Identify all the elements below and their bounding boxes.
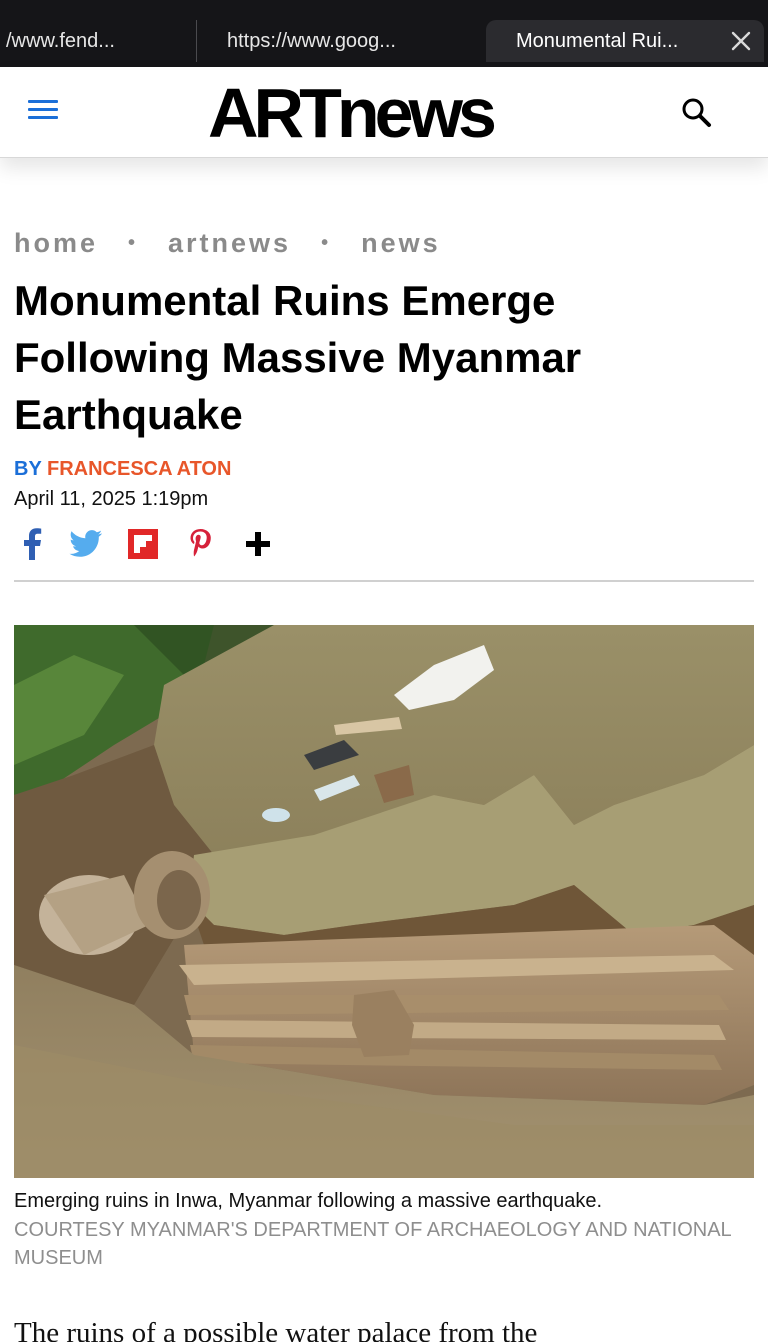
- breadcrumb-artnews[interactable]: artnews: [168, 228, 291, 259]
- site-header: ARTnews: [0, 67, 768, 158]
- hamburger-icon[interactable]: [22, 95, 62, 131]
- publish-date: April 11, 2025 1:19pm: [14, 488, 209, 510]
- breadcrumb-news[interactable]: news: [361, 228, 441, 259]
- search-icon[interactable]: [676, 92, 716, 132]
- close-icon[interactable]: [728, 28, 754, 54]
- site-logo[interactable]: ARTnews: [208, 73, 497, 153]
- author-link[interactable]: FRANCESCA ATON: [47, 458, 231, 480]
- byline: BY FRANCESCA ATON: [14, 458, 231, 481]
- tab-title: Monumental Rui...: [516, 29, 679, 52]
- image-caption: Emerging ruins in Inwa, Myanmar followin…: [14, 1190, 603, 1212]
- byline-prefix: BY: [14, 458, 42, 480]
- breadcrumb-separator: •: [128, 232, 139, 254]
- article-body-paragraph: The ruins of a possible water palace fro…: [14, 1317, 538, 1342]
- divider: [14, 580, 754, 582]
- article-photo[interactable]: [14, 625, 754, 1178]
- breadcrumb-home[interactable]: home: [14, 228, 98, 259]
- browser-tab[interactable]: /www.fend...: [0, 20, 190, 62]
- pinterest-icon[interactable]: [178, 522, 222, 566]
- browser-tab-strip: /www.fend... https://www.goog... Monumen…: [0, 0, 768, 67]
- twitter-icon[interactable]: [64, 522, 108, 566]
- tab-title: /www.fend...: [6, 29, 115, 52]
- share-bar: [10, 522, 310, 566]
- facebook-icon[interactable]: [10, 522, 54, 566]
- image-credit: COURTESY MYANMAR'S DEPARTMENT OF ARCHAEO…: [14, 1219, 731, 1269]
- browser-tab[interactable]: https://www.goog...: [196, 20, 476, 62]
- plus-icon[interactable]: [236, 522, 280, 566]
- article-headline: Monumental Ruins Emerge Following Massiv…: [14, 277, 582, 438]
- breadcrumb: home • artnews • news: [14, 228, 441, 259]
- tab-title: https://www.goog...: [227, 29, 396, 52]
- breadcrumb-separator: •: [321, 232, 332, 254]
- browser-tab-active[interactable]: Monumental Rui...: [486, 20, 764, 62]
- flipboard-icon[interactable]: [121, 522, 165, 566]
